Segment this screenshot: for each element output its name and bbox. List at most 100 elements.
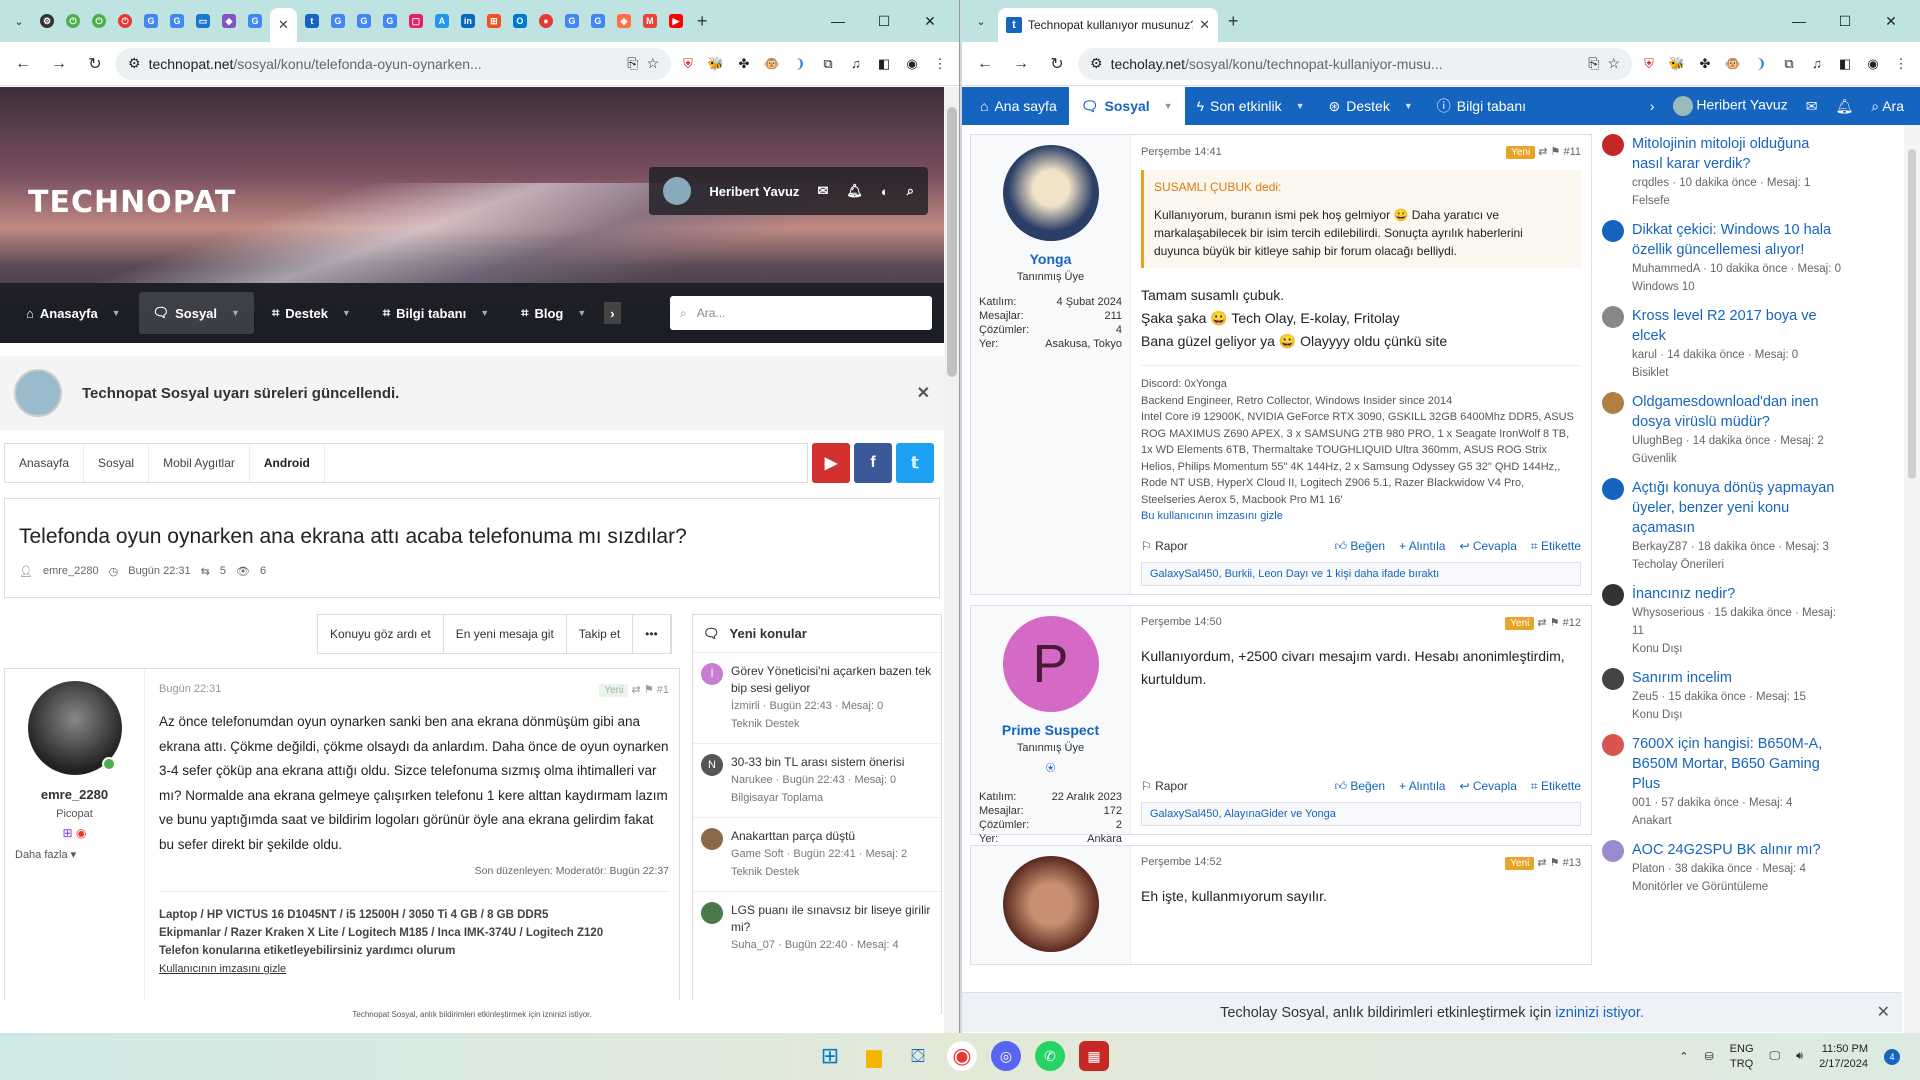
tab-search-button[interactable]: ⌄ (968, 8, 994, 34)
nav-blog[interactable]: ⌗ Blog ▼ (507, 292, 600, 334)
nav-recent-activity[interactable]: ϟ Son etkinlik ▼ (1185, 87, 1317, 125)
chrome-icon[interactable]: ◉ (947, 1041, 977, 1071)
extension-icon[interactable]: 🐝 (1666, 53, 1688, 75)
close-tab-icon[interactable]: ✕ (278, 17, 289, 33)
notification-permission-bar[interactable]: Technopat Sosyal, anlık bildirimleri etk… (4, 1000, 940, 1030)
topic-forum[interactable]: Bilgisayar Toplama (731, 789, 904, 807)
permission-link[interactable]: izninizi istiyor. (1555, 1005, 1644, 1021)
notification-badge[interactable]: 4 (1884, 1048, 1900, 1065)
topic-forum[interactable]: Güvenlik (1632, 450, 1842, 468)
tab-favicon[interactable]: ▢ (405, 10, 427, 32)
extension-icon[interactable]: 🐝 (705, 53, 727, 75)
bell-icon[interactable]: 🔔︎ (1835, 98, 1853, 115)
reactions-bar[interactable]: GalaxySal450, AlayınaGider ve Yonga (1141, 801, 1581, 826)
site-info-icon[interactable]: ⚙ (128, 55, 141, 72)
chevron-down-icon[interactable]: ▼ (1404, 101, 1413, 111)
side-panel-icon[interactable]: ◧ (873, 53, 895, 75)
bookmark-icon[interactable]: ⚑ (1550, 857, 1560, 869)
store-icon[interactable]: ⛋ (903, 1041, 933, 1071)
ignore-thread-button[interactable]: Konuyu göz ardı et (318, 615, 444, 653)
tab-favicon[interactable]: ▭ (192, 10, 214, 32)
menu-kebab-icon[interactable]: ⋮ (929, 53, 951, 75)
menu-kebab-icon[interactable]: ⋮ (1890, 53, 1912, 75)
nav-home[interactable]: ⌂ Ana sayfa (968, 87, 1069, 125)
active-tab[interactable]: ✕ (270, 8, 297, 42)
windows-start-icon[interactable]: ⊞ (815, 1041, 845, 1071)
tab-favicon[interactable]: ⊞ (483, 10, 505, 32)
tab-favicon[interactable]: ⚙ (36, 10, 58, 32)
reload-icon[interactable]: ↻ (80, 49, 110, 79)
post-number[interactable]: #11 (1563, 146, 1581, 158)
avatar[interactable]: P (1002, 615, 1099, 712)
address-bar[interactable]: ⚙ technopat.net/sosyal/konu/telefonda-oy… (116, 47, 671, 80)
user-name[interactable]: Heribert Yavuz (709, 184, 799, 199)
clock[interactable]: 11:50 PM 2/17/2024 (1819, 1042, 1868, 1072)
chevron-down-icon[interactable]: ▼ (231, 308, 240, 318)
tab-favicon[interactable]: G (379, 10, 401, 32)
side-panel-icon[interactable]: ◧ (1834, 53, 1856, 75)
list-item[interactable]: Mitolojinin mitoloji olduğuna nasıl kara… (1602, 134, 1842, 210)
tag-button[interactable]: ⌗ Etikette (1531, 779, 1581, 794)
list-item[interactable]: İ Görev Yöneticisi'ni açarken bazen tek … (693, 653, 941, 744)
post-date[interactable]: Perşembe 14:41 (1141, 146, 1222, 158)
back-icon[interactable]: ← (970, 49, 1000, 79)
list-item[interactable]: Dikkat çekici: Windows 10 hala özellik g… (1602, 220, 1842, 296)
topic-forum[interactable]: Bisiklet (1632, 364, 1842, 382)
install-icon[interactable]: ⎘ (1588, 55, 1599, 72)
nav-home[interactable]: ⌂ Anasayfa ▼ (12, 292, 135, 334)
display-icon[interactable]: 🖵︎ (1770, 1050, 1781, 1063)
extensions-puzzle-icon[interactable]: ⧉ (1778, 53, 1800, 75)
topic-title[interactable]: Dikkat çekici: Windows 10 hala özellik g… (1632, 220, 1842, 260)
site-logo[interactable]: TECHNOPAT (28, 185, 236, 220)
user-avatar[interactable] (663, 177, 692, 205)
search-button[interactable]: ⌕ Ara (1871, 98, 1904, 115)
forward-icon[interactable]: → (44, 49, 74, 79)
share-icon[interactable]: ⇄ (1538, 146, 1547, 158)
topic-forum[interactable]: Windows 10 (1632, 278, 1842, 296)
like-button[interactable]: 👍︎ Beğen (1335, 779, 1386, 794)
topic-title[interactable]: 7600X için hangisi: B650M-A, B650M Morta… (1632, 734, 1842, 794)
post-author[interactable]: Yonga (979, 251, 1122, 267)
report-button[interactable]: ⚐ Rapor (1141, 779, 1188, 793)
topic-title[interactable]: Açtığı konuya dönüş yapmayan üyeler, ben… (1632, 478, 1842, 538)
chevron-down-icon[interactable]: ▼ (342, 308, 351, 318)
hide-signature-link[interactable]: Kullanıcının imzasını gizle (159, 963, 286, 975)
forward-icon[interactable]: → (1006, 49, 1036, 79)
extension-icon[interactable]: ❩ (1750, 53, 1772, 75)
tag-button[interactable]: ⌗ Etikette (1531, 539, 1581, 554)
list-item[interactable]: Kross level R2 2017 boya ve elcek karul ·… (1602, 306, 1842, 382)
new-tab-button[interactable]: + (691, 11, 714, 32)
media-icon[interactable]: ♫ (845, 53, 867, 75)
tab-favicon[interactable]: ● (535, 10, 557, 32)
list-item[interactable]: LGS puanı ile sınavsız bir liseye girili… (693, 892, 941, 964)
address-bar[interactable]: ⚙ techolay.net/sosyal/konu/technopat-kul… (1078, 47, 1632, 80)
discord-icon[interactable]: ◎ (991, 1041, 1021, 1071)
jump-newest-button[interactable]: En yeni mesaja git (444, 615, 567, 653)
topic-title[interactable]: 30-33 bin TL arası sistem önerisi (731, 754, 904, 771)
post-date[interactable]: Bugün 22:31 (159, 683, 221, 696)
topic-title[interactable]: Mitolojinin mitoloji olduğuna nasıl kara… (1632, 134, 1842, 174)
extensions-puzzle-icon[interactable]: ⧉ (817, 53, 839, 75)
thread-author[interactable]: emre_2280 (43, 565, 99, 578)
tab-favicon[interactable]: G (244, 10, 266, 32)
back-icon[interactable]: ← (8, 49, 38, 79)
profile-avatar[interactable]: ◉ (901, 53, 923, 75)
close-icon[interactable]: ✕ (1877, 993, 1890, 1033)
breadcrumb-item[interactable]: Anasayfa (5, 444, 85, 482)
bookmark-icon[interactable]: ⚑ (1550, 617, 1560, 629)
tab-favicon[interactable]: O (509, 10, 531, 32)
nav-knowledge-base[interactable]: ⌗ Bilgi tabanı ▼ (369, 292, 503, 334)
like-button[interactable]: 👍︎ Beğen (1335, 539, 1386, 554)
list-item[interactable]: Açtığı konuya dönüş yapmayan üyeler, ben… (1602, 478, 1842, 574)
extension-icon[interactable]: ⛨ (677, 53, 699, 75)
post-author[interactable]: emre_2280 (5, 787, 144, 802)
inbox-icon[interactable]: ✉ (817, 183, 828, 199)
topic-forum[interactable]: Anakart (1632, 812, 1842, 830)
topic-forum[interactable]: Techolay Önerileri (1632, 556, 1842, 574)
youtube-icon[interactable]: ▶ (812, 443, 850, 483)
install-icon[interactable]: ⎘ (627, 55, 638, 72)
file-explorer-icon[interactable]: ▆ (859, 1041, 889, 1071)
avatar[interactable] (1002, 855, 1099, 952)
tray-app-icon[interactable]: ⛁ (1704, 1050, 1713, 1063)
topic-forum[interactable]: Konu Dışı (1632, 706, 1806, 724)
